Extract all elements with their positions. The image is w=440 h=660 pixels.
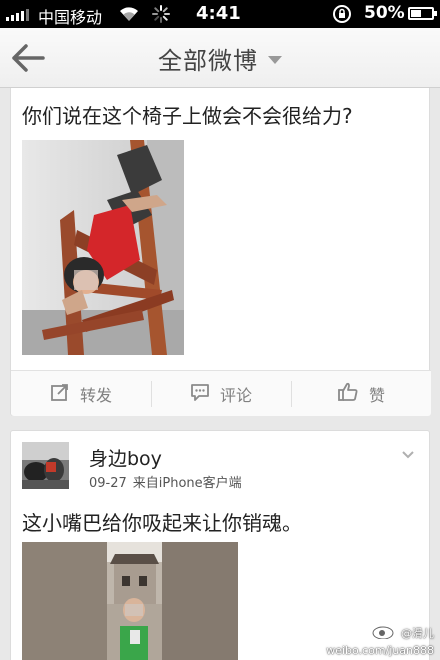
clock-time: 4:41 bbox=[196, 3, 241, 24]
repost-button[interactable]: 转发 bbox=[11, 371, 151, 416]
thumbs-up-icon bbox=[337, 382, 359, 406]
post-text: 这小嘴巴给你吸起来让你销魂。 bbox=[22, 511, 302, 535]
post-source: 来自iPhone客户端 bbox=[132, 476, 242, 491]
avatar[interactable] bbox=[22, 442, 69, 489]
post-image[interactable] bbox=[22, 140, 184, 355]
rotation-lock-icon bbox=[332, 4, 352, 28]
wifi-icon bbox=[118, 4, 140, 26]
post-card[interactable]: 你们说在这个椅子上做会不会很给力? 转发 评论 赞 bbox=[10, 88, 431, 416]
watermark: @滑儿 weibo.com/juan888 bbox=[326, 624, 434, 658]
status-bar: 中国移动 4:41 50% bbox=[0, 0, 440, 28]
like-button[interactable]: 赞 bbox=[291, 371, 431, 416]
post-image[interactable] bbox=[22, 542, 238, 660]
caret-down-icon[interactable] bbox=[268, 56, 282, 64]
comment-label: 评论 bbox=[219, 385, 252, 405]
post-text: 你们说在这个椅子上做会不会很给力? bbox=[22, 104, 353, 128]
signal-strength-icon bbox=[6, 9, 29, 21]
watermark-url: weibo.com/juan888 bbox=[326, 644, 434, 657]
weibo-logo-icon bbox=[372, 624, 398, 643]
like-label: 赞 bbox=[368, 385, 385, 405]
post-actions-bar: 转发 评论 赞 bbox=[11, 370, 431, 416]
carrier-name: 中国移动 bbox=[38, 8, 103, 27]
chevron-down-icon[interactable] bbox=[401, 445, 415, 464]
battery-icon bbox=[408, 7, 437, 20]
loading-spinner-icon bbox=[151, 4, 171, 28]
battery-percentage: 50% bbox=[364, 3, 405, 23]
repost-icon bbox=[50, 382, 70, 406]
navigation-bar: 全部微博 bbox=[0, 28, 440, 88]
post-meta: 09-27 来自iPhone客户端 bbox=[89, 472, 242, 491]
comment-button[interactable]: 评论 bbox=[151, 371, 291, 416]
comment-icon bbox=[190, 382, 210, 406]
repost-label: 转发 bbox=[79, 385, 112, 405]
watermark-handle: @滑儿 bbox=[401, 627, 434, 640]
username[interactable]: 身边boy bbox=[89, 444, 162, 471]
feed-selector[interactable]: 全部微博 bbox=[0, 28, 440, 88]
page-title[interactable]: 全部微博 bbox=[158, 41, 258, 76]
post-date: 09-27 bbox=[89, 476, 127, 491]
